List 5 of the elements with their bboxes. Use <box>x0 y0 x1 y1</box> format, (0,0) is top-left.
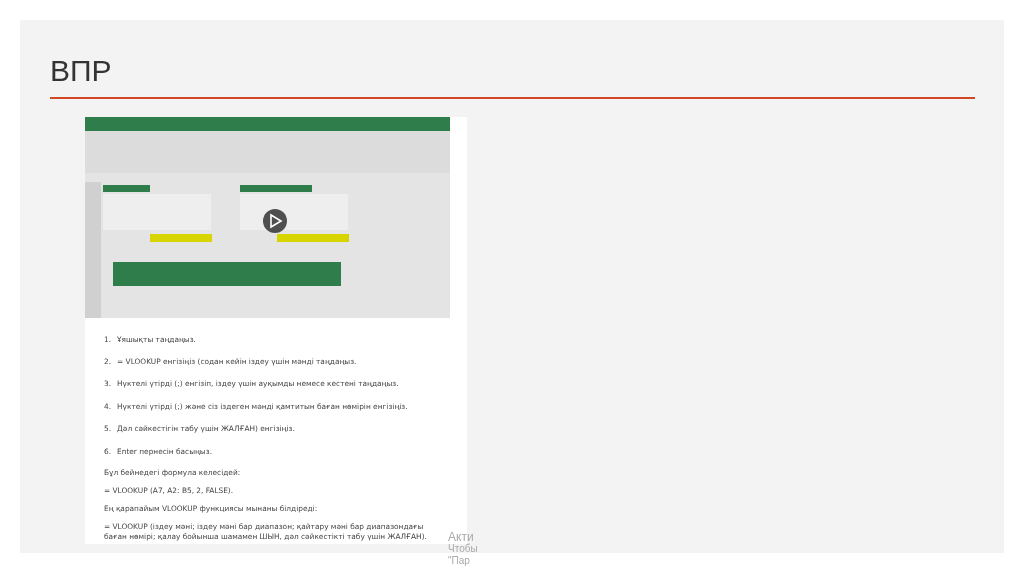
activation-notice-text: Чтобы <box>448 543 478 555</box>
activation-notice-text: "Пар <box>448 555 470 567</box>
play-icon[interactable] <box>263 209 287 233</box>
slide-title: ВПР <box>50 54 112 88</box>
activation-notice-text: Акти <box>448 531 474 543</box>
